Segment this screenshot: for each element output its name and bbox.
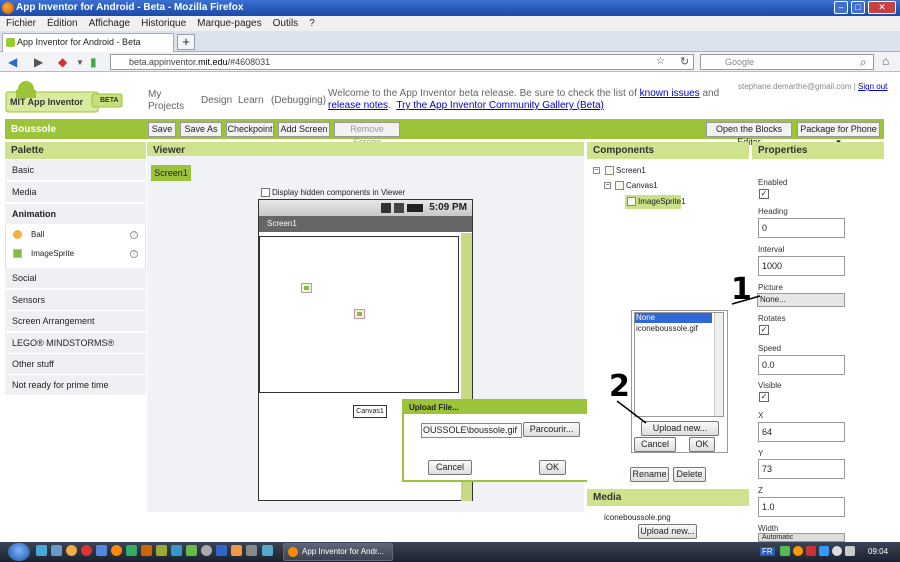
quicklaunch-icon[interactable] (36, 545, 47, 556)
quicklaunch-icon[interactable] (216, 545, 227, 556)
quicklaunch-icon[interactable] (81, 545, 92, 556)
language-indicator[interactable]: FR (760, 547, 775, 556)
quicklaunch-icon[interactable] (96, 545, 107, 556)
quicklaunch-icon[interactable] (186, 545, 197, 556)
annotation-line-2 (616, 400, 647, 424)
annotation-lines (616, 295, 761, 424)
quicklaunch-icon[interactable] (156, 545, 167, 556)
quicklaunch-icon[interactable] (231, 545, 242, 556)
network-icon[interactable] (832, 546, 842, 556)
quicklaunch-icon[interactable] (246, 545, 257, 556)
quicklaunch-icon[interactable] (66, 545, 77, 556)
quicklaunch-icon[interactable] (111, 545, 122, 556)
taskbar-firefox-item[interactable]: App Inventor for Andr... (283, 543, 393, 561)
quicklaunch-icon[interactable] (201, 545, 212, 556)
quicklaunch-icon[interactable] (51, 545, 62, 556)
quicklaunch-icon[interactable] (141, 545, 152, 556)
taskbar-clock[interactable]: 09:04 (868, 547, 888, 556)
tray-icon[interactable] (793, 546, 803, 556)
annotation-line-1 (731, 295, 761, 305)
quicklaunch-icon[interactable] (126, 545, 137, 556)
tray-icon[interactable] (819, 546, 829, 556)
tray-icon[interactable] (806, 546, 816, 556)
volume-icon[interactable] (845, 546, 855, 556)
tray-icon[interactable] (780, 546, 790, 556)
quicklaunch-icon[interactable] (171, 545, 182, 556)
quicklaunch-icon[interactable] (262, 545, 273, 556)
start-button[interactable] (8, 543, 30, 561)
